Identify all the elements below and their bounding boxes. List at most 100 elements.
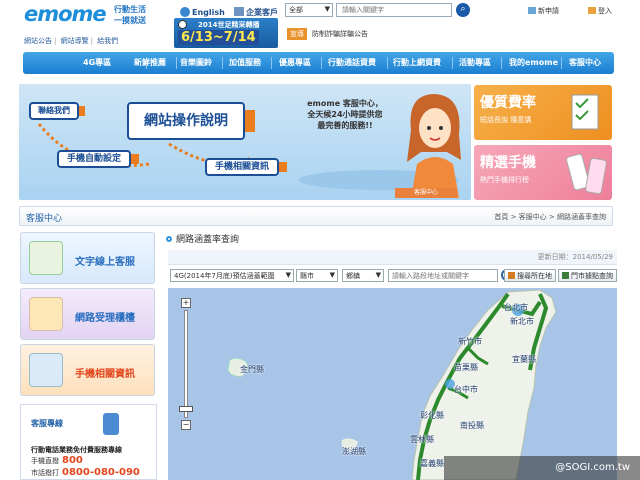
map-label-changhua: 彰化縣 [420,411,444,420]
nav-divider [176,57,177,69]
coverage-type-value: 4G(2014年7月底)預估涵蓋範圍 [174,272,275,280]
english-link[interactable]: English [180,7,225,17]
zoom-out-button[interactable]: − [181,420,191,430]
chevron-down-icon: ▼ [285,271,291,279]
nav-divider [501,57,502,69]
store-search-label: 門市據點查詢 [571,272,613,280]
slogan: 行動生活 一摸就送 [114,4,164,26]
hotline-mobile-number: 800 [62,455,83,466]
arrow-right-icon [279,162,287,172]
map-label-miaoli: 苗栗縣 [454,363,478,372]
hero-text-line-2: 全天候24小時提供您 [307,110,383,119]
chevron-down-icon: ▼ [329,271,335,279]
promo-rates-subtitle: 短話長說 隨意講 [480,116,532,124]
hero-guide-label: 網站操作說明 [144,113,228,129]
zoom-control[interactable]: + − [179,298,193,430]
notice-link[interactable]: 防制詐騙詳騙公告 [312,29,368,39]
hotline-mobile: 手機直撥 800 [31,455,83,466]
search-button[interactable]: ⌕ [456,3,470,17]
nav-value-added[interactable]: 加值服務 [229,57,261,68]
zoom-in-button[interactable]: + [181,298,191,308]
sidebar-phone-info[interactable]: 手機相關資訊 [20,344,155,396]
hero-text-line-3: 最完善的服務!! [317,121,373,130]
nav-customer-service[interactable]: 客服中心 [569,57,601,68]
mobile-phone-icon [29,353,63,387]
promo-rates-title: 優質費率 [480,95,536,111]
breadcrumb-path[interactable]: 首頁 > 客服中心 > 網路涵蓋率查詢 [494,212,606,222]
nav-music[interactable]: 音樂圖鈴 [180,57,212,68]
store-search-button[interactable]: 門市據點查詢 [558,269,617,282]
coverage-map[interactable]: + − 金門縣 澎湖縣 新北市 新竹市 宜蘭縣 苗栗縣 台中市 彰化縣 南投縣 … [168,288,617,480]
service-agent-illustration [407,94,461,198]
sidebar-live-chat[interactable]: 文字線上客服 [20,232,155,284]
hero-contact-button[interactable]: 聯絡我們 [29,102,79,120]
hero-guide-button[interactable]: 網站操作說明 [127,102,245,140]
arrow-right-icon [245,110,255,132]
map-label-new-taipei: 新北市 [510,317,534,326]
coverage-filter-row: 4G(2014年7月底)預估涵蓋範圍 ▼ 縣市 ▼ 鄉鎮 ▼ 搜尋所在地 門市據點查詢 [168,268,617,284]
taiwan-map-shape [227,289,557,480]
hero-phone-info-label: 手機相關資訊 [214,162,269,172]
new-apply-link[interactable]: 新申請 [528,6,559,16]
nav-deals[interactable]: 優惠專區 [279,57,311,68]
nav-divider [387,57,388,69]
banner-title: 2014世足精采轉播 [198,21,260,29]
hotline-mobile-label: 手機直撥 [31,457,59,465]
document-icon [571,94,599,130]
hero-settings-button[interactable]: 手機自動設定 [57,150,131,168]
search-scope-select[interactable]: 全部 ▼ [285,3,333,17]
quicklink-feedback[interactable]: 給我們 [97,37,118,45]
nav-divider [321,57,322,69]
nav-4g[interactable]: 4G專區 [83,57,111,68]
hero-contact-label: 聯絡我們 [38,106,70,115]
promo-phones-title: 精選手機 [480,155,536,171]
nav-events[interactable]: 活動專區 [459,57,491,68]
hotline-heading: 客服專線 [31,419,63,428]
sidebar-online-counter[interactable]: 網路受理櫃檯 [20,288,155,340]
promo-phones-card[interactable]: 精選手機 熱門手機排行榜 [474,145,612,200]
town-select[interactable]: 鄉鎮 ▼ [342,269,384,282]
map-label-yilan: 宜蘭縣 [512,355,536,364]
chat-icon [29,241,63,275]
address-input[interactable] [388,269,498,282]
globe-icon [180,7,190,17]
section-title: 客服中心 [26,214,63,224]
banner-dates: 6/13~7/14 [178,30,259,45]
top-header: emome 行動生活 一摸就送 English 企業客戶 全部 ▼ ⌕ 新申請 登… [0,0,640,50]
quicklink-divider: | [90,37,93,45]
map-label-hsinchu: 新竹市 [458,337,482,346]
english-label: English [192,8,225,17]
quicklink-announcements[interactable]: 網站公告 [24,37,52,45]
zoom-track[interactable] [184,310,188,418]
nav-my-emome[interactable]: 我的emome [509,57,558,68]
sidebar-online-counter-label: 網路受理櫃檯 [75,313,135,324]
hero-phone-info-button[interactable]: 手機相關資訊 [205,158,279,176]
slogan-line-1: 行動生活 [114,5,146,14]
watermark: @SOGI.com.tw [444,456,640,480]
nav-call-rates[interactable]: 行動通話資費 [328,57,376,68]
login-link[interactable]: 登入 [588,6,612,16]
login-label: 登入 [598,7,612,15]
hotline-landline-label: 市話撥打 [31,469,59,477]
chevron-down-icon: ▼ [324,5,330,13]
map-label-kinmen: 金門縣 [240,365,264,374]
world-cup-banner[interactable]: 2014世足精采轉播 6/13~7/14 [174,18,278,48]
quicklink-sitemap[interactable]: 網站導覽 [61,37,89,45]
hotline-landline-number: 0800-080-090 [62,467,140,478]
nav-divider [271,57,272,69]
sidebar-phone-info-label: 手機相關資訊 [75,369,135,380]
nav-new[interactable]: 新鮮推薦 [134,57,166,68]
arrow-right-icon [79,106,85,116]
town-value: 鄉鎮 [346,272,360,280]
main-nav: 4G專區 新鮮推薦 音樂圖鈴 加值服務 優惠專區 行動通話資費 行動上網資費 活… [23,52,614,74]
emome-logo[interactable]: emome [24,2,107,26]
promo-rates-card[interactable]: 優質費率 短話長說 隨意講 [474,85,612,140]
coverage-type-select[interactable]: 4G(2014年7月底)預估涵蓋範圍 ▼ [170,269,294,282]
search-input[interactable] [336,3,452,17]
county-select[interactable]: 縣市 ▼ [296,269,338,282]
search-icon: ⌕ [460,4,466,14]
zoom-slider-handle[interactable] [179,406,193,412]
enterprise-link[interactable]: 企業客戶 [234,7,278,18]
locate-button[interactable]: 搜尋所在地 [504,269,556,282]
nav-data-rates[interactable]: 行動上網資費 [393,57,441,68]
